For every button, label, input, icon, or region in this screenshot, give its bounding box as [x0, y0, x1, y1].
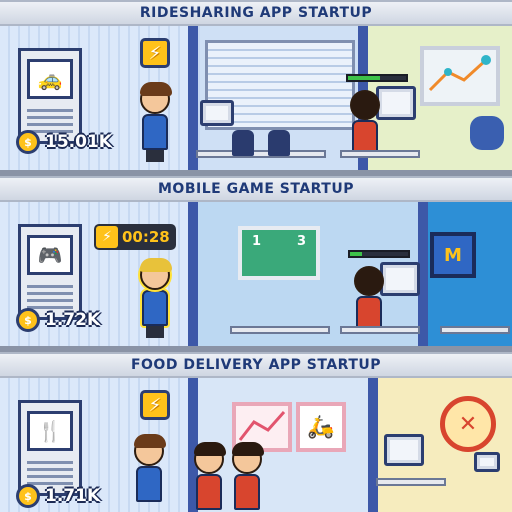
- chair: [232, 130, 254, 156]
- startup-title: FOOD DELIVERY APP STARTUP: [130, 357, 382, 373]
- desk: [376, 478, 446, 486]
- desk: [340, 150, 420, 158]
- progress-fill: [348, 76, 380, 80]
- customer-character[interactable]: [194, 442, 226, 510]
- work-progress-bar: [346, 74, 408, 82]
- pillar: [368, 378, 378, 512]
- food-icon: 🍴: [27, 411, 73, 451]
- desk: [340, 326, 420, 334]
- score-left: 1: [252, 234, 262, 249]
- coin-icon: $: [16, 130, 40, 154]
- lounge-chair: [470, 116, 504, 150]
- lightning-bolt-icon: ⚡: [96, 226, 118, 248]
- startup-banner-food-delivery: FOOD DELIVERY APP STARTUP: [0, 352, 512, 378]
- boost-button[interactable]: ⚡: [140, 38, 170, 68]
- cash-counter: $ 1.71K: [16, 484, 100, 508]
- gamepad-icon: 🎮: [27, 235, 73, 275]
- customer-character[interactable]: [232, 442, 264, 510]
- coin-icon: $: [16, 484, 40, 508]
- worker-character[interactable]: [354, 266, 384, 332]
- desk: [196, 150, 326, 158]
- cash-amount: 1.72K: [45, 310, 101, 330]
- manager-character[interactable]: [140, 82, 172, 162]
- monitor: [376, 86, 416, 120]
- map-route-icon: [424, 50, 496, 102]
- pillar: [188, 202, 198, 346]
- startup-banner-ridesharing: RIDESHARING APP STARTUP: [0, 0, 512, 26]
- chair: [268, 130, 290, 156]
- office-floor-food-delivery[interactable]: 🛵 ✕ 🍴 ⚡ $ 1.71K: [0, 378, 512, 512]
- cash-amount: 15.01K: [45, 132, 112, 152]
- desk: [230, 326, 330, 334]
- pillar: [188, 26, 198, 170]
- office-floor-mobile-game[interactable]: 1 3 M 🎮 ⚡ 00:28 $ 1.72K: [0, 202, 512, 352]
- coin-icon: $: [16, 308, 40, 332]
- monitor: [380, 262, 420, 296]
- cash-counter: $ 15.01K: [16, 130, 112, 154]
- monitor: [200, 100, 234, 126]
- work-progress-bar: [348, 250, 410, 258]
- lightning-bolt-icon: ⚡: [148, 394, 162, 416]
- boost-timer-text: 00:28: [122, 228, 170, 246]
- score-right: 3: [296, 234, 306, 249]
- desk: [440, 326, 510, 334]
- boost-timer[interactable]: ⚡ 00:28: [94, 224, 176, 250]
- worker-character[interactable]: [350, 90, 380, 156]
- lightning-bolt-icon: ⚡: [148, 42, 162, 64]
- progress-fill: [350, 252, 362, 256]
- game-logo-sign: M: [430, 232, 476, 278]
- taxi-icon: 🚕: [27, 59, 73, 99]
- scooter-poster: 🛵: [296, 402, 346, 452]
- scoreboard: 1 3: [238, 226, 320, 280]
- startup-title: MOBILE GAME STARTUP: [158, 181, 354, 197]
- boost-button[interactable]: ⚡: [140, 390, 170, 420]
- office-floor-ridesharing[interactable]: 🚕 ⚡ $ 15.01K: [0, 26, 512, 176]
- manager-character[interactable]: [140, 258, 172, 338]
- cash-amount: 1.71K: [45, 486, 101, 506]
- manager-character[interactable]: [134, 434, 166, 502]
- cash-counter: $ 1.72K: [16, 308, 100, 332]
- city-map-board: [420, 46, 500, 106]
- server-rack: 🍴: [18, 400, 82, 496]
- tablet: [474, 452, 500, 472]
- startup-title: RIDESHARING APP STARTUP: [139, 5, 373, 21]
- startup-banner-mobile-game: MOBILE GAME STARTUP: [0, 176, 512, 202]
- food-logo-sign: ✕: [440, 396, 496, 452]
- monitor: [384, 434, 424, 466]
- server-rack: 🎮: [18, 224, 82, 320]
